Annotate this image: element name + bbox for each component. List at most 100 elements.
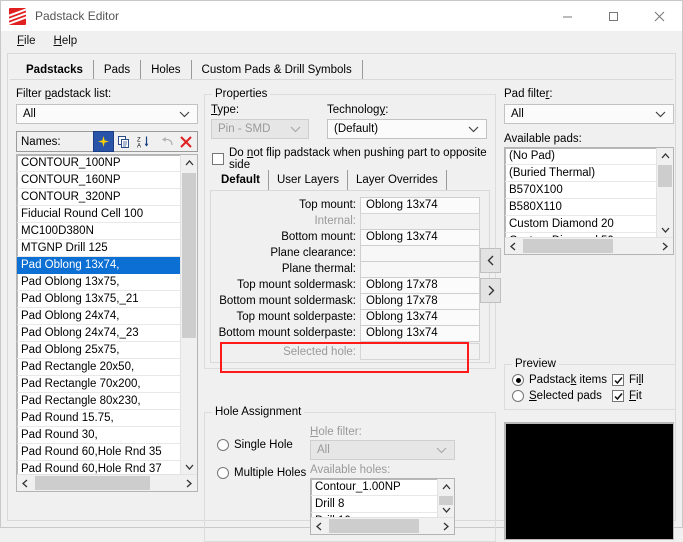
list-item[interactable]: B580X110 (505, 199, 657, 216)
menu-item-help[interactable]: Help (45, 33, 87, 49)
list-item[interactable]: (Buried Thermal) (505, 165, 657, 182)
list-item[interactable]: (No Pad) (505, 148, 657, 165)
inner-tab-layer-overrides[interactable]: Layer Overrides (348, 170, 447, 190)
tab-padstacks[interactable]: Padstacks (16, 60, 94, 80)
padstack-list[interactable]: CONTOUR_100NP CONTOUR_160NP CONTOUR_320NP F… (16, 154, 198, 492)
available-pads-hscrollbar[interactable] (505, 237, 673, 254)
scroll-right-icon[interactable] (438, 518, 454, 534)
available-pads-hscroll-thumb[interactable] (523, 239, 613, 253)
technology-combo[interactable]: (Default) (327, 119, 487, 139)
list-item[interactable]: MC100D380N (17, 223, 181, 240)
transfer-prev-button[interactable] (480, 248, 501, 273)
padstack-list-hscroll-thumb[interactable] (35, 476, 150, 490)
scroll-right-icon[interactable] (657, 238, 673, 254)
available-pads-vscrollbar[interactable] (656, 148, 673, 238)
layer-field-value[interactable] (360, 260, 480, 278)
scroll-left-icon[interactable] (311, 518, 327, 534)
preview-fit-checkbox[interactable] (612, 390, 624, 402)
list-item[interactable]: Pad Oblong 24x74,_23 (17, 325, 181, 342)
scroll-down-icon[interactable] (181, 459, 197, 475)
preview-padstack-items-radio-row[interactable]: Padstack items (512, 374, 607, 386)
scroll-down-icon[interactable] (657, 222, 673, 238)
sort-za-icon[interactable]: Z A (133, 132, 152, 151)
list-item[interactable]: Pad Round 30, (17, 427, 181, 444)
padstack-editor-window: Padstack Editor File Help Padstacks Pads… (0, 0, 683, 542)
list-item[interactable]: Drill 8 (311, 496, 438, 513)
scroll-up-icon[interactable] (657, 148, 673, 164)
tab-custom-pads-drill-symbols[interactable]: Custom Pads & Drill Symbols (192, 60, 363, 80)
layer-field-value[interactable]: Oblong 13x74 (360, 228, 480, 246)
layer-field-value[interactable]: Oblong 17x78 (360, 276, 480, 294)
list-item[interactable]: Custom Diamond 20 (505, 216, 657, 233)
new-padstack-icon[interactable] (93, 131, 114, 152)
available-holes-list[interactable]: Contour_1.00NPDrill 8Drill 10Drill 12 (310, 478, 455, 535)
do-not-flip-checkbox-row[interactable]: Do not flip padstack when pushing part t… (212, 147, 495, 171)
layer-field-value[interactable]: Oblong 13x74 (360, 308, 480, 326)
filter-padstack-list-label: Filter padstack list: (16, 88, 112, 100)
layer-field-value[interactable] (360, 212, 480, 230)
tab-pads[interactable]: Pads (94, 60, 142, 80)
menu-item-file[interactable]: File (8, 33, 45, 49)
single-hole-radio-row[interactable]: Single Hole (217, 439, 293, 451)
preview-selected-pads-radio[interactable] (512, 390, 524, 402)
list-item[interactable]: Pad Oblong 13x75, (17, 274, 181, 291)
hole-assignment-group-title: Hole Assignment (212, 406, 305, 418)
scroll-left-icon[interactable] (17, 475, 33, 491)
layer-field-value[interactable]: Oblong 13x74 (360, 324, 480, 342)
filter-padstack-list-combo[interactable]: All (16, 104, 198, 124)
list-item[interactable]: B570X100 (505, 182, 657, 199)
scroll-down-icon[interactable] (438, 502, 454, 518)
list-item[interactable]: Fiducial Round Cell 100 (17, 206, 181, 223)
inner-tab-user-layers[interactable]: User Layers (269, 170, 348, 190)
multiple-holes-radio-row[interactable]: Multiple Holes (217, 467, 306, 479)
preview-selected-pads-radio-row[interactable]: Selected pads (512, 390, 602, 402)
close-icon[interactable] (636, 1, 682, 31)
preview-padstack-items-radio[interactable] (512, 374, 524, 386)
maximize-icon[interactable] (590, 1, 636, 31)
list-item[interactable]: MTGNP Drill 125 (17, 240, 181, 257)
preview-fill-checkbox-row[interactable]: Fill (612, 374, 644, 386)
preview-fit-checkbox-row[interactable]: Fit (612, 390, 642, 402)
list-item[interactable]: Pad Rectangle 20x50, (17, 359, 181, 376)
list-item[interactable]: CONTOUR_100NP (17, 155, 181, 172)
available-holes-hscroll-thumb[interactable] (329, 519, 419, 533)
delete-icon[interactable] (176, 132, 195, 151)
list-item[interactable]: Pad Oblong 13x75,_21 (17, 291, 181, 308)
do-not-flip-checkbox[interactable] (212, 153, 224, 165)
layer-field-value[interactable]: Oblong 13x74 (360, 196, 480, 214)
pad-filter-combo[interactable]: All (504, 104, 674, 124)
padstack-list-scroll-thumb[interactable] (182, 173, 196, 338)
list-item[interactable]: Pad Oblong 25x75, (17, 342, 181, 359)
list-item[interactable]: Pad Round 60,Hole Rnd 35 (17, 444, 181, 461)
list-item[interactable]: Pad Round 15.75, (17, 410, 181, 427)
scroll-right-icon[interactable] (181, 475, 197, 491)
list-item[interactable]: CONTOUR_320NP (17, 189, 181, 206)
layer-field-value[interactable] (360, 244, 480, 262)
transfer-next-button[interactable] (480, 278, 501, 303)
tab-holes[interactable]: Holes (141, 60, 192, 80)
padstack-list-vscrollbar[interactable] (180, 155, 197, 475)
available-pads-scroll-thumb[interactable] (658, 165, 672, 187)
scroll-up-icon[interactable] (181, 155, 197, 171)
scroll-left-icon[interactable] (505, 238, 521, 254)
list-item[interactable]: Pad Rectangle 70x200, (17, 376, 181, 393)
preview-fill-checkbox[interactable] (612, 374, 624, 386)
single-hole-radio[interactable] (217, 439, 229, 451)
minimize-icon[interactable] (544, 1, 590, 31)
list-item[interactable]: Pad Rectangle 80x230, (17, 393, 181, 410)
list-item[interactable]: CONTOUR_160NP (17, 172, 181, 189)
available-holes-hscrollbar[interactable] (311, 517, 454, 534)
multiple-holes-radio[interactable] (217, 467, 229, 479)
list-item[interactable]: Contour_1.00NP (311, 479, 438, 496)
padstack-list-hscrollbar[interactable] (17, 474, 197, 491)
filter-padstack-list-value: All (23, 108, 36, 120)
list-item[interactable]: Pad Oblong 24x74, (17, 308, 181, 325)
scroll-up-icon[interactable] (438, 479, 454, 495)
preview-canvas[interactable] (504, 422, 674, 540)
inner-tab-default[interactable]: Default (213, 170, 269, 190)
available-pads-list[interactable]: (No Pad) (Buried Thermal) B570X100 B580X110… (504, 147, 674, 255)
layer-field-value[interactable]: Oblong 17x78 (360, 292, 480, 310)
available-holes-vscrollbar[interactable] (437, 479, 454, 518)
list-item[interactable]: Pad Oblong 13x74, (17, 257, 181, 274)
copy-padstack-icon[interactable] (114, 132, 133, 151)
